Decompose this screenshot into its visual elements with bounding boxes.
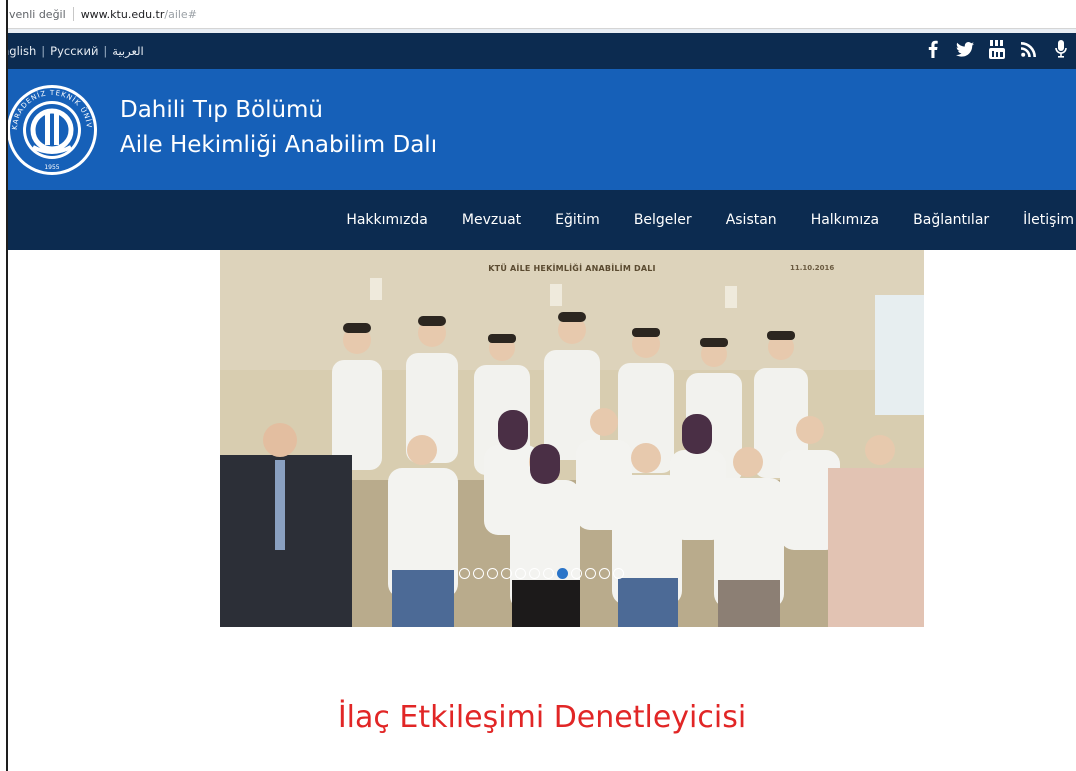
slider-dot[interactable] [543,568,554,579]
nav-item-halkimiza[interactable]: Halkımıza [811,212,879,228]
youtube-icon[interactable] [987,39,1006,59]
twitter-icon[interactable] [955,39,974,59]
address-bar[interactable]: üvenli değil www.ktu.edu.tr/aile# [8,0,1076,29]
url-domain[interactable]: www.ktu.edu.tr [81,8,165,21]
slider-dot[interactable] [459,568,470,579]
main-navigation: Hakkımızda Mevzuat Eğitim Belgeler Asist… [8,190,1076,250]
nav-item-hakkimizda[interactable]: Hakkımızda [346,212,428,228]
slider-dot[interactable] [557,568,568,579]
site-title[interactable]: Dahili Tıp Bölümü [120,97,323,123]
url-path[interactable]: /aile# [164,8,197,21]
nav-item-baglantilar[interactable]: Bağlantılar [913,212,989,228]
slider-dot[interactable] [613,568,624,579]
rss-icon[interactable] [1019,39,1038,59]
language-english[interactable]: nglish [8,44,36,58]
nav-item-mevzuat[interactable]: Mevzuat [462,212,521,228]
security-indicator[interactable]: üvenli değil [8,8,66,21]
slider-dot[interactable] [501,568,512,579]
language-russian[interactable]: Русский [50,44,98,58]
podcast-icon[interactable] [1051,39,1070,59]
site-header: KARADENİZ TEKNİK ÜNİVERSİTESİ 1955 Dahil… [8,69,1076,190]
nav-item-egitim[interactable]: Eğitim [555,212,600,228]
address-separator [72,7,74,21]
browser-viewport: üvenli değil www.ktu.edu.tr/aile# nglish… [6,0,1076,771]
nav-item-belgeler[interactable]: Belgeler [634,212,692,228]
slider-dot[interactable] [529,568,540,579]
site-subtitle[interactable]: Aile Hekimliği Anabilim Dalı [120,132,437,158]
social-links [923,39,1070,59]
facebook-icon[interactable] [923,39,942,59]
slider-dot[interactable] [487,568,498,579]
language-switcher: nglish|Русский|العربية [8,44,144,58]
page-heading: İlaç Etkileşimi Denetleyicisi [337,700,747,735]
language-arabic[interactable]: العربية [112,44,143,58]
nav-item-asistan[interactable]: Asistan [726,212,777,228]
slider-dot[interactable] [599,568,610,579]
svg-text:1955: 1955 [44,164,59,171]
slider-dot[interactable] [585,568,596,579]
nav-item-iletisim[interactable]: İletişim [1023,212,1074,228]
slider-pagination [459,568,624,579]
image-slider[interactable]: KTÜ AİLE HEKİMLİĞİ ANABİLİM DALI 11.10.2… [220,250,924,627]
top-bar: nglish|Русский|العربية [8,33,1076,69]
slider-dot[interactable] [515,568,526,579]
slider-dot[interactable] [571,568,582,579]
slide-date: 11.10.2016 [790,264,835,272]
slider-dot[interactable] [473,568,484,579]
university-logo[interactable]: KARADENİZ TEKNİK ÜNİVERSİTESİ 1955 [6,83,99,177]
